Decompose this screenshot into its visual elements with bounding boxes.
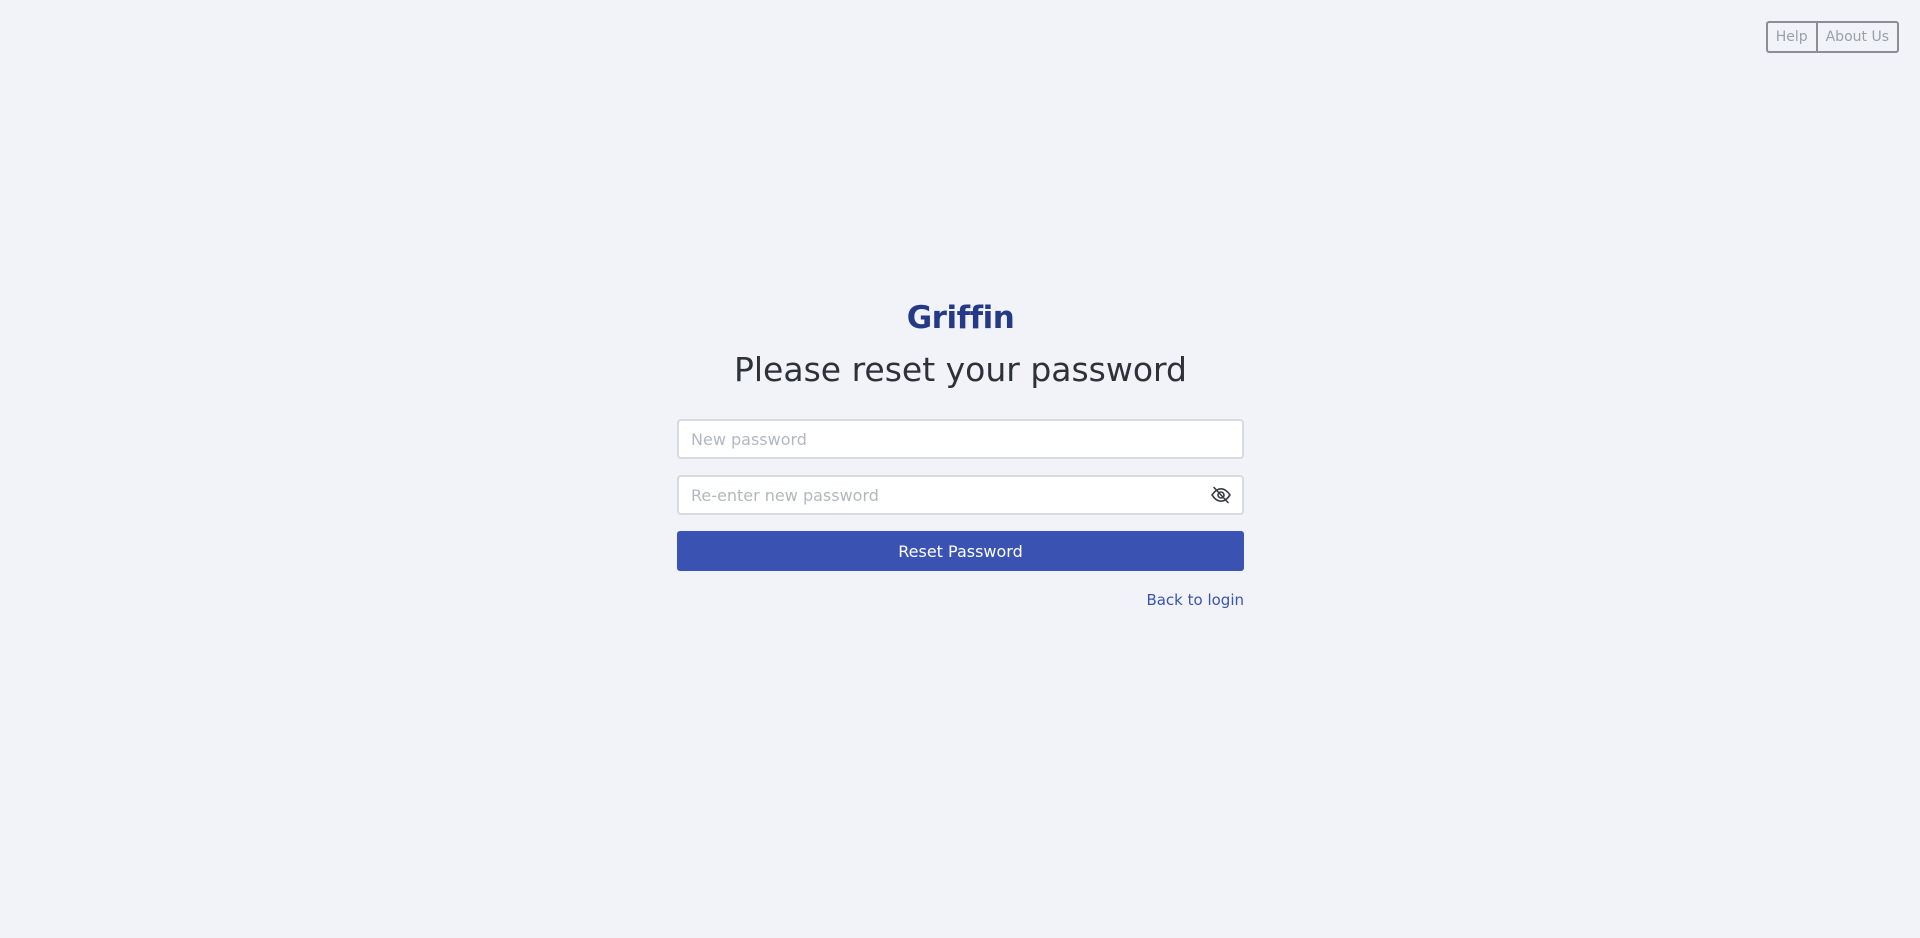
help-link[interactable]: Help bbox=[1765, 21, 1818, 53]
page-title: Please reset your password bbox=[733, 350, 1187, 389]
top-nav: Help About Us bbox=[1765, 21, 1899, 53]
brand-logo: Griffin bbox=[906, 300, 1015, 336]
confirm-password-field bbox=[677, 475, 1244, 515]
reset-password-button[interactable]: Reset Password bbox=[677, 531, 1244, 571]
new-password-field bbox=[677, 419, 1244, 459]
about-us-link[interactable]: About Us bbox=[1815, 21, 1899, 53]
reset-password-panel: Griffin Please reset your password Reset… bbox=[677, 290, 1244, 609]
back-to-login-link[interactable]: Back to login bbox=[1146, 591, 1244, 609]
confirm-password-input[interactable] bbox=[679, 477, 1242, 513]
new-password-input[interactable] bbox=[679, 421, 1242, 457]
back-link-row: Back to login bbox=[677, 590, 1244, 609]
eye-slash-icon[interactable] bbox=[1210, 485, 1232, 505]
